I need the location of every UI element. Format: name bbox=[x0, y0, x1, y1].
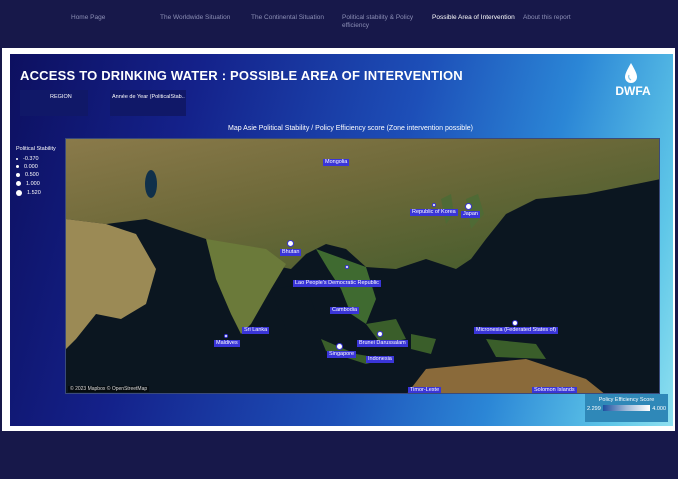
stability-legend-title: Political Stability bbox=[16, 146, 56, 152]
legend-dot-icon bbox=[16, 172, 20, 177]
country-marker[interactable] bbox=[432, 203, 436, 207]
country-label[interactable]: Maldives bbox=[214, 340, 240, 347]
legend-dot-icon bbox=[16, 157, 18, 160]
nav-home[interactable]: Home Page bbox=[71, 14, 105, 22]
legend-value: 0.500 bbox=[25, 172, 39, 178]
efficiency-legend-max: 4.000 bbox=[652, 406, 666, 412]
year-filter[interactable]: Année de Year (PoliticalStab.. bbox=[110, 90, 186, 116]
nav-continental-situation[interactable]: The Continental Situation bbox=[251, 14, 324, 22]
legend-value: 1.000 bbox=[26, 181, 40, 187]
country-marker[interactable] bbox=[512, 320, 518, 326]
dashboard-panel: ACCESS TO DRINKING WATER : POSSIBLE AREA… bbox=[2, 48, 675, 431]
region-filter-label: REGION bbox=[50, 94, 72, 100]
stability-legend-item: -0.370 bbox=[16, 155, 39, 163]
dashboard-banner: ACCESS TO DRINKING WATER : POSSIBLE AREA… bbox=[10, 54, 673, 426]
country-label[interactable]: Micronesia (Federated States of) bbox=[474, 327, 559, 334]
legend-value: 1.520 bbox=[27, 190, 41, 196]
efficiency-legend: Policy Efficiency Score 2.299 4.000 bbox=[585, 394, 668, 422]
legend-value: 0.000 bbox=[24, 164, 38, 170]
map-background bbox=[66, 139, 659, 393]
nav-worldwide-situation[interactable]: The Worldwide Situation bbox=[160, 14, 230, 22]
country-marker[interactable] bbox=[377, 331, 383, 337]
stability-legend-item: 1.520 bbox=[16, 189, 41, 197]
map-attribution[interactable]: © 2023 Mapbox © OpenStreetMap bbox=[68, 386, 150, 392]
country-label[interactable]: Indonesia bbox=[366, 356, 394, 363]
page-title: ACCESS TO DRINKING WATER : POSSIBLE AREA… bbox=[20, 68, 463, 83]
efficiency-legend-min: 2.299 bbox=[587, 406, 601, 412]
top-navigation: Home Page The Worldwide Situation The Co… bbox=[0, 0, 678, 48]
country-label[interactable]: Brunei Darussalam bbox=[357, 340, 408, 347]
country-marker[interactable] bbox=[345, 265, 349, 269]
year-filter-label: Année de Year (PoliticalStab.. bbox=[112, 94, 185, 100]
nav-political-stability[interactable]: Political stability & Policy efficiency bbox=[342, 14, 422, 30]
logo-text: DWFA bbox=[615, 84, 651, 98]
country-label[interactable]: Mongolia bbox=[323, 159, 350, 166]
legend-dot-icon bbox=[16, 181, 21, 187]
country-label[interactable]: Sri Lanka bbox=[242, 327, 270, 334]
country-label[interactable]: Bhutan bbox=[280, 249, 302, 256]
country-label[interactable]: Cambodia bbox=[330, 307, 360, 314]
efficiency-color-scale bbox=[603, 405, 650, 411]
efficiency-legend-title: Policy Efficiency Score bbox=[598, 397, 655, 403]
legend-value: -0.370 bbox=[23, 156, 39, 162]
country-label[interactable]: Republic of Korea bbox=[410, 209, 458, 216]
map-title: Map Asie Political Stability / Policy Ef… bbox=[228, 125, 473, 132]
stability-legend-item: 0.500 bbox=[16, 171, 39, 179]
water-drop-icon bbox=[625, 63, 637, 83]
asia-map[interactable]: Mongolia Republic of Korea Japan Bhutan … bbox=[65, 138, 660, 394]
legend-dot-icon bbox=[16, 165, 19, 169]
country-label[interactable]: Japan bbox=[461, 211, 480, 218]
country-label[interactable]: Lao People's Democratic Republic bbox=[293, 280, 381, 287]
stability-legend-item: 1.000 bbox=[16, 180, 40, 188]
nav-possible-area[interactable]: Possible Area of Intervention bbox=[432, 14, 515, 22]
country-marker[interactable] bbox=[336, 343, 343, 350]
legend-dot-icon bbox=[16, 189, 22, 196]
country-marker[interactable] bbox=[287, 240, 294, 247]
country-marker[interactable] bbox=[465, 203, 472, 210]
country-marker[interactable] bbox=[224, 334, 228, 338]
country-label[interactable]: Timor-Leste bbox=[408, 387, 442, 393]
country-label[interactable]: Singapore bbox=[327, 351, 357, 358]
country-label[interactable]: Solomon Islands bbox=[532, 387, 577, 393]
nav-about[interactable]: About this report bbox=[523, 14, 571, 22]
stability-legend-item: 0.000 bbox=[16, 163, 38, 171]
region-filter[interactable]: REGION bbox=[20, 90, 88, 116]
dwfa-logo: DWFA bbox=[611, 62, 655, 102]
